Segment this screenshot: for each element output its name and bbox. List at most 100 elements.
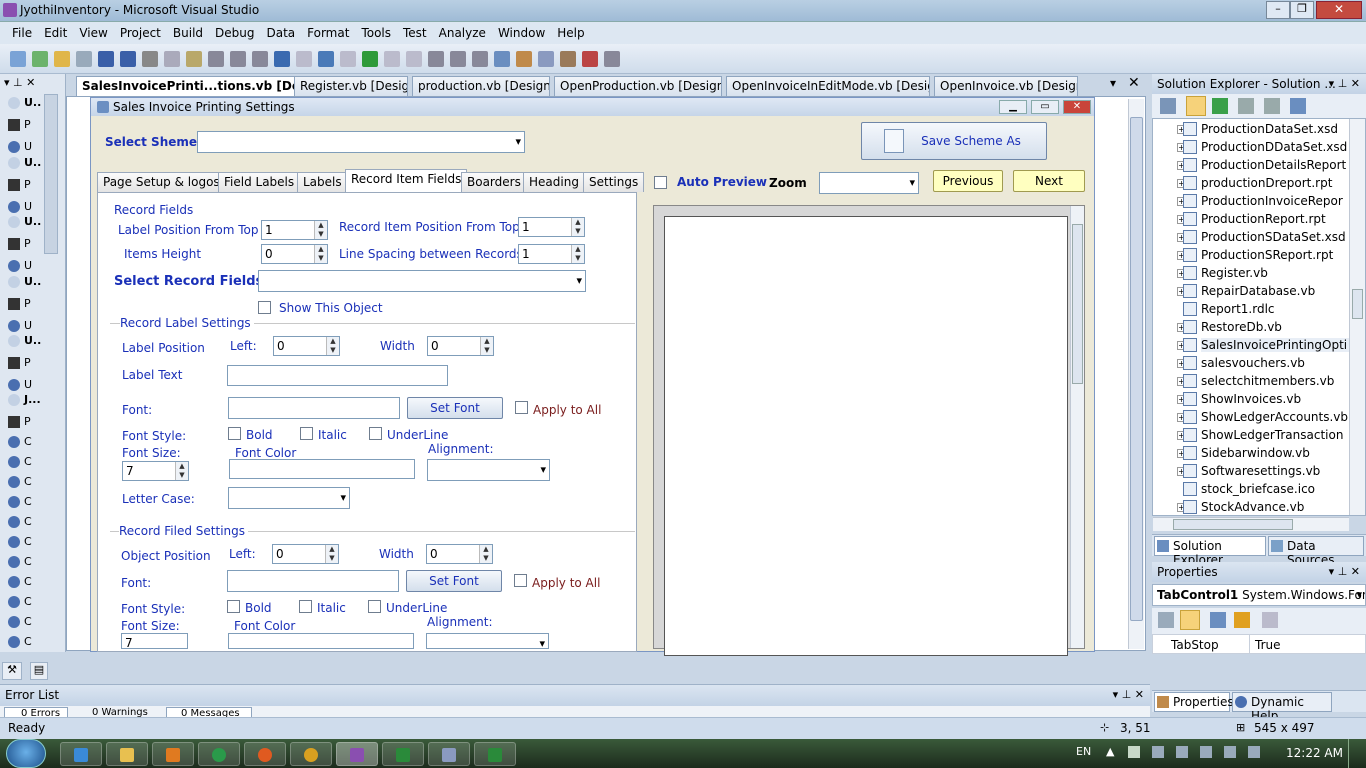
events-icon[interactable] (1234, 612, 1250, 628)
tray-volume-icon[interactable] (1224, 746, 1236, 758)
se-item[interactable]: ShowInvoices.vb (1201, 392, 1351, 406)
toolbox-item[interactable]: P (8, 415, 48, 433)
command-window-icon[interactable] (604, 51, 620, 67)
previous-button[interactable]: Previous (933, 170, 1003, 192)
menu-analyze[interactable]: Analyze (433, 22, 492, 40)
show-object-checkbox[interactable] (258, 301, 271, 314)
uncomment-icon[interactable] (252, 51, 268, 67)
toolbox-item[interactable]: P (8, 118, 48, 136)
menu-window[interactable]: Window (492, 22, 551, 40)
toolbox-item[interactable]: C (8, 595, 48, 613)
record-pos-top-spinner[interactable]: 1 ▲ ▼ (518, 217, 585, 237)
doc-tab-salesinvoice[interactable]: SalesInvoicePrinti...tions.vb [Design]* (76, 76, 298, 96)
error-list-icon[interactable] (582, 51, 598, 67)
zoom-combo[interactable] (819, 172, 919, 194)
properties-row[interactable]: TabStop True (1152, 634, 1366, 654)
label-left-spinner[interactable]: 0 ▲ ▼ (273, 336, 340, 356)
label-width-spinner[interactable]: 0 ▲ ▼ (427, 336, 494, 356)
toolbox-item[interactable]: C (8, 535, 48, 553)
auto-preview-checkbox[interactable] (654, 176, 667, 189)
se-item[interactable]: Register.vb (1201, 266, 1351, 280)
properties-object-selector[interactable]: TabControl1 System.Windows.Form ▾ (1152, 584, 1366, 606)
copy-icon[interactable] (164, 51, 180, 67)
se-item[interactable]: salesvouchers.vb (1201, 356, 1351, 370)
toolbox-item[interactable]: C (8, 495, 48, 513)
doc-tab-openinvoice[interactable]: OpenInvoice.vb [Design]* (934, 76, 1078, 96)
object-font-input[interactable] (227, 570, 399, 592)
se-item[interactable]: Softwaresettings.vb (1201, 464, 1351, 478)
designer-scroll-thumb[interactable] (1130, 117, 1143, 621)
paste-icon[interactable] (186, 51, 202, 67)
taskbar-firefox-icon[interactable] (244, 742, 286, 766)
tab-boarders[interactable]: Boarders (461, 172, 527, 192)
se-view-code-icon[interactable] (1238, 98, 1254, 114)
se-view-designer-icon[interactable] (1264, 98, 1280, 114)
open-icon[interactable] (54, 51, 70, 67)
solution-explorer-icon[interactable] (494, 51, 510, 67)
cut-icon[interactable] (142, 51, 158, 67)
toolbox-item[interactable]: U.. (8, 96, 48, 114)
menu-format[interactable]: Format (301, 22, 355, 40)
preview-scrollbar[interactable] (1070, 206, 1084, 648)
se-item[interactable]: productionDreport.rpt (1201, 176, 1351, 190)
se-item[interactable]: ProductionInvoiceRepor (1201, 194, 1351, 208)
new-project-icon[interactable] (10, 51, 26, 67)
taskbar-chrome-icon[interactable] (290, 742, 332, 766)
maximize-button[interactable]: ❐ (1290, 1, 1314, 19)
toolbox-item[interactable]: P (8, 237, 48, 255)
preview-scroll-thumb[interactable] (1072, 224, 1083, 384)
tab-labels[interactable]: Labels (297, 172, 348, 192)
server-explorer-tab-icon[interactable]: ▤ (30, 662, 48, 680)
object-apply-all-checkbox[interactable] (514, 574, 527, 587)
se-item[interactable]: Report1.rdlc (1201, 302, 1351, 316)
form-minimize-button[interactable]: ▁ (999, 100, 1027, 114)
save-icon[interactable] (98, 51, 114, 67)
se-item[interactable]: ProductionSDataSet.xsd (1201, 230, 1351, 244)
menu-file[interactable]: File (0, 22, 38, 40)
object-bold-checkbox[interactable] (227, 600, 240, 613)
tab-page-setup[interactable]: Page Setup & logos (97, 172, 226, 192)
menu-help[interactable]: Help (551, 22, 590, 40)
tab-record-item-fields[interactable]: Record Item Fields (345, 169, 468, 193)
object-underline-checkbox[interactable] (368, 600, 381, 613)
menu-data[interactable]: Data (260, 22, 301, 40)
close-tab-icon[interactable]: ✕ (1128, 75, 1140, 91)
object-width-spinner[interactable]: 0 ▲ ▼ (426, 544, 493, 564)
minimize-button[interactable]: – (1266, 1, 1290, 19)
save-scheme-button[interactable]: Save Scheme As (861, 122, 1047, 160)
taskbar-app-icon[interactable] (198, 742, 240, 766)
tab-settings[interactable]: Settings (583, 172, 645, 192)
se-class-diagram-icon[interactable] (1290, 98, 1306, 114)
toolbox-item[interactable]: J... (8, 393, 48, 411)
menu-debug[interactable]: Debug (209, 22, 260, 40)
redo-icon[interactable] (296, 51, 312, 67)
taskbar-media-icon[interactable] (152, 742, 194, 766)
taskbar-tool-icon[interactable] (428, 742, 470, 766)
property-pages-icon[interactable] (1262, 612, 1278, 628)
taskbar-excel-icon[interactable] (382, 742, 424, 766)
toolbox-icon[interactable] (560, 51, 576, 67)
start-button[interactable] (6, 739, 46, 768)
pause-icon[interactable] (384, 51, 400, 67)
show-desktop-button[interactable] (1348, 739, 1366, 768)
object-font-size-spinner[interactable]: 7 (121, 633, 188, 649)
se-properties-icon[interactable] (1160, 98, 1176, 114)
se-item[interactable]: Sidebarwindow.vb (1201, 446, 1351, 460)
line-spacing-spinner[interactable]: 1 ▲ ▼ (518, 244, 585, 264)
menu-test[interactable]: Test (397, 22, 433, 40)
bold-checkbox[interactable] (228, 427, 241, 440)
toolbox-item[interactable]: P (8, 297, 48, 315)
letter-case-combo[interactable] (228, 487, 350, 509)
tray-sync-icon[interactable] (1248, 746, 1260, 758)
object-left-spinner[interactable]: 0 ▲ ▼ (272, 544, 339, 564)
taskbar-explorer-icon[interactable] (106, 742, 148, 766)
tab-dropdown-icon[interactable]: ▾ (1110, 76, 1116, 90)
se-item[interactable]: RestoreDb.vb (1201, 320, 1351, 334)
add-item-icon[interactable] (32, 51, 48, 67)
alphabetical-icon[interactable] (1180, 610, 1200, 630)
toolbox-tab-icon[interactable]: ⚒ (2, 662, 22, 680)
se-item[interactable]: ProductionDataSet.xsd (1201, 122, 1351, 136)
toolbox-item[interactable]: C (8, 555, 48, 573)
comment-icon[interactable] (230, 51, 246, 67)
toolbox-item[interactable]: U.. (8, 334, 48, 352)
